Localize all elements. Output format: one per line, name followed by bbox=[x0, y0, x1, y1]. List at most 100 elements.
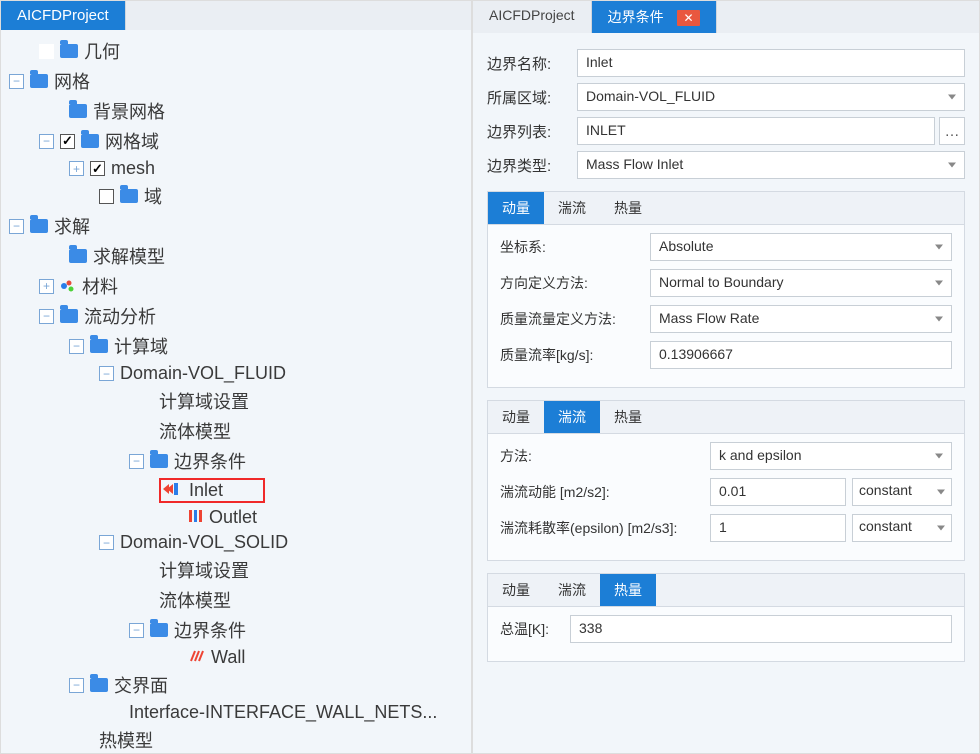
label-turb-eps: 湍流耗散率(epsilon) [m2/s3]: bbox=[500, 518, 710, 538]
browse-button[interactable]: … bbox=[939, 117, 965, 145]
turbulence-section: 动量 湍流 热量 方法:k and epsilon 湍流动能 [m2/s2]:0… bbox=[487, 400, 965, 561]
folder-icon bbox=[30, 219, 48, 233]
sec-tab-heat-1[interactable]: 热量 bbox=[600, 192, 656, 224]
dropdown-turb-method[interactable]: k and epsilon bbox=[710, 442, 952, 470]
tree-fluid-model-solid[interactable]: 流体模型 bbox=[159, 587, 231, 613]
tree-inlet[interactable]: Inlet bbox=[189, 480, 223, 501]
tree-mesh-domain[interactable]: 网格域 bbox=[105, 128, 159, 154]
input-boundary-list[interactable]: INLET bbox=[577, 117, 935, 145]
tree-comp-domain[interactable]: 计算域 bbox=[114, 333, 168, 359]
tree-bg-mesh[interactable]: 背景网格 bbox=[93, 98, 165, 124]
sec-tab-heat-2[interactable]: 热量 bbox=[600, 401, 656, 433]
collapse-toggle[interactable]: − bbox=[129, 623, 144, 638]
input-massrate[interactable]: 0.13906667 bbox=[650, 341, 952, 369]
tab-project[interactable]: AICFDProject bbox=[1, 1, 126, 30]
input-turb-eps[interactable]: 1 bbox=[710, 514, 846, 542]
dropdown-direction[interactable]: Normal to Boundary bbox=[650, 269, 952, 297]
right-panel: AICFDProject 边界条件 ✕ 边界名称: Inlet 所属区域: Do… bbox=[472, 0, 980, 754]
label-direction: 方向定义方法: bbox=[500, 273, 650, 293]
expand-toggle[interactable]: + bbox=[69, 161, 84, 176]
heat-section: 动量 湍流 热量 总温[K]:338 bbox=[487, 573, 965, 662]
collapse-toggle[interactable]: − bbox=[99, 535, 114, 550]
sec-tab-heat-3[interactable]: 热量 bbox=[600, 574, 656, 606]
sec-tab-turb-1[interactable]: 湍流 bbox=[544, 192, 600, 224]
collapse-toggle[interactable]: − bbox=[69, 678, 84, 693]
tree-bc-fluid[interactable]: 边界条件 bbox=[174, 448, 246, 474]
dropdown-region[interactable]: Domain-VOL_FLUID bbox=[577, 83, 965, 111]
tree-domain[interactable]: 域 bbox=[144, 183, 162, 209]
tree-outlet[interactable]: Outlet bbox=[209, 507, 257, 528]
tree-comp-set-fluid[interactable]: 计算域设置 bbox=[159, 388, 249, 414]
checkbox-domain[interactable] bbox=[99, 189, 114, 204]
label-region: 所属区域: bbox=[487, 87, 577, 108]
sec-tab-turb-3[interactable]: 湍流 bbox=[544, 574, 600, 606]
outlet-icon bbox=[189, 507, 203, 528]
label-turb-k: 湍流动能 [m2/s2]: bbox=[500, 482, 710, 502]
input-turb-k[interactable]: 0.01 bbox=[710, 478, 846, 506]
sec-tab-momentum-2[interactable]: 动量 bbox=[488, 401, 544, 433]
collapse-toggle[interactable]: − bbox=[9, 74, 24, 89]
collapse-toggle[interactable]: − bbox=[99, 366, 114, 381]
label-list: 边界列表: bbox=[487, 121, 577, 142]
folder-icon bbox=[30, 74, 48, 88]
tree-flow-analysis[interactable]: 流动分析 bbox=[84, 303, 156, 329]
dropdown-eps-mode[interactable]: constant bbox=[852, 514, 952, 542]
left-tab-bar: AICFDProject bbox=[1, 1, 471, 30]
collapse-toggle[interactable]: − bbox=[39, 309, 54, 324]
folder-icon bbox=[81, 134, 99, 148]
dropdown-massdef[interactable]: Mass Flow Rate bbox=[650, 305, 952, 333]
momentum-section: 动量 湍流 热量 坐标系:Absolute 方向定义方法:Normal to B… bbox=[487, 191, 965, 388]
checkbox-mesh-domain[interactable] bbox=[60, 134, 75, 149]
sec-tab-momentum-3[interactable]: 动量 bbox=[488, 574, 544, 606]
boundary-form: 边界名称: Inlet 所属区域: Domain-VOL_FLUID 边界列表:… bbox=[473, 33, 979, 753]
project-tree: 几何 − 网格 背景网格 − 网格域 + mesh 域 − 求解 求解模型 + 材料 −… bbox=[1, 30, 471, 753]
tab-label: 边界条件 bbox=[608, 9, 664, 25]
tree-mesh-item[interactable]: mesh bbox=[111, 158, 155, 179]
folder-icon bbox=[69, 249, 87, 263]
dropdown-coord[interactable]: Absolute bbox=[650, 233, 952, 261]
materials-icon bbox=[60, 278, 76, 294]
collapse-toggle[interactable]: − bbox=[129, 454, 144, 469]
folder-icon bbox=[69, 104, 87, 118]
tree-vol-solid[interactable]: Domain-VOL_SOLID bbox=[120, 532, 288, 553]
tree-mesh[interactable]: 网格 bbox=[54, 68, 90, 94]
input-boundary-name[interactable]: Inlet bbox=[577, 49, 965, 77]
tree-interface[interactable]: 交界面 bbox=[114, 672, 168, 698]
tree-vol-fluid[interactable]: Domain-VOL_FLUID bbox=[120, 363, 286, 384]
tab-aicfd[interactable]: AICFDProject bbox=[473, 1, 592, 33]
tree-wall[interactable]: Wall bbox=[211, 647, 245, 668]
left-panel: AICFDProject 几何 − 网格 背景网格 − 网格域 + mesh 域 − 求… bbox=[0, 0, 472, 754]
tree-interface-item[interactable]: Interface-INTERFACE_WALL_NETS... bbox=[129, 702, 437, 723]
tree-heat-model[interactable]: 热模型 bbox=[99, 727, 153, 753]
collapse-toggle[interactable]: − bbox=[39, 134, 54, 149]
tree-fluid-model-fluid[interactable]: 流体模型 bbox=[159, 418, 231, 444]
tree-geom[interactable]: 几何 bbox=[84, 38, 120, 64]
label-massrate: 质量流率[kg/s]: bbox=[500, 345, 650, 365]
folder-icon bbox=[90, 339, 108, 353]
folder-icon bbox=[150, 454, 168, 468]
label-type: 边界类型: bbox=[487, 155, 577, 176]
folder-icon bbox=[120, 189, 138, 203]
collapse-toggle[interactable]: − bbox=[69, 339, 84, 354]
tree-bc-solid[interactable]: 边界条件 bbox=[174, 617, 246, 643]
checkbox-mesh[interactable] bbox=[90, 161, 105, 176]
wall-icon bbox=[189, 647, 205, 668]
input-total-temp[interactable]: 338 bbox=[570, 615, 952, 643]
close-icon[interactable]: ✕ bbox=[677, 10, 699, 26]
right-tab-bar: AICFDProject 边界条件 ✕ bbox=[473, 1, 979, 33]
sec-tab-turb-2[interactable]: 湍流 bbox=[544, 401, 600, 433]
dropdown-boundary-type[interactable]: Mass Flow Inlet bbox=[577, 151, 965, 179]
tab-boundary-conditions[interactable]: 边界条件 ✕ bbox=[592, 1, 717, 33]
folder-icon bbox=[150, 623, 168, 637]
sec-tab-momentum-1[interactable]: 动量 bbox=[488, 192, 544, 224]
tree-materials[interactable]: 材料 bbox=[82, 273, 118, 299]
dropdown-k-mode[interactable]: constant bbox=[852, 478, 952, 506]
tree-comp-set-solid[interactable]: 计算域设置 bbox=[159, 557, 249, 583]
folder-icon bbox=[60, 309, 78, 323]
collapse-toggle[interactable]: − bbox=[9, 219, 24, 234]
tree-solve[interactable]: 求解 bbox=[54, 213, 90, 239]
expand-toggle[interactable]: + bbox=[39, 279, 54, 294]
inlet-highlight: Inlet bbox=[159, 478, 265, 503]
tree-solve-model[interactable]: 求解模型 bbox=[93, 243, 165, 269]
folder-icon bbox=[60, 44, 78, 58]
